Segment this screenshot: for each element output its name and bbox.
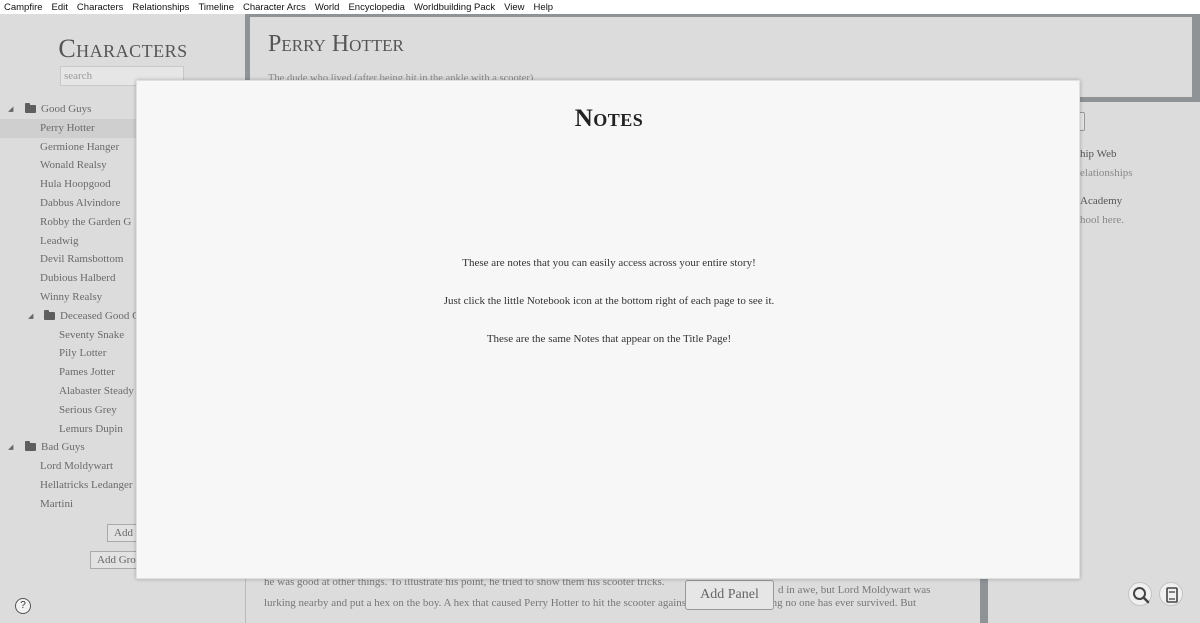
menu-timeline[interactable]: Timeline <box>198 2 234 13</box>
notes-line[interactable]: Just click the little Notebook icon at t… <box>137 295 1081 307</box>
tree-item-label: Winny Realsy <box>40 290 103 303</box>
tree-item-label: Hula Hoopgood <box>40 178 111 191</box>
menu-bar: Campfire Edit Characters Relationships T… <box>0 0 1200 14</box>
add-character-button[interactable]: Add <box>107 524 140 542</box>
tree-item-label: Devil Ramsbottom <box>40 253 124 266</box>
story-line-fragment: d in awe, but Lord Moldywart was <box>778 584 931 596</box>
help-button[interactable]: ? <box>15 598 31 614</box>
tree-item-label: Seventy Snake <box>59 328 125 341</box>
notes-line[interactable]: These are notes that you can easily acce… <box>137 257 1081 269</box>
tree-item-label: Serious Grey <box>59 403 117 416</box>
menu-edit[interactable]: Edit <box>52 2 68 13</box>
tree-group-label: Good Guys <box>41 103 92 115</box>
tree-item-label: Lemurs Dupin <box>59 422 123 435</box>
story-line: lurking nearby and put a hex on the boy.… <box>264 597 917 609</box>
academy-subtitle: hool here. <box>1080 214 1124 226</box>
tree-item-label: Perry Hotter <box>40 121 95 134</box>
tree-group-label: Deceased Good G <box>60 309 141 322</box>
menu-campfire[interactable]: Campfire <box>4 2 43 13</box>
add-panel-button[interactable]: Add Panel <box>685 580 774 610</box>
folder-icon <box>25 103 36 113</box>
academy-link[interactable]: Academy <box>1080 195 1122 207</box>
magnifier-icon <box>1133 587 1150 604</box>
notes-title: Notes <box>574 105 644 132</box>
tree-item-label: Pames Jotter <box>59 366 115 379</box>
notebook-button[interactable] <box>1159 582 1183 606</box>
collapse-triangle-icon[interactable]: ◢ <box>8 100 13 119</box>
relationship-web-link[interactable]: hip Web <box>1080 148 1117 160</box>
collapse-triangle-icon[interactable]: ◢ <box>8 438 13 457</box>
tree-item-label: Hellatricks Ledanger <box>40 478 133 491</box>
menu-character-arcs[interactable]: Character Arcs <box>243 2 306 13</box>
tree-item-label: Leadwig <box>40 234 79 247</box>
notes-modal[interactable]: Notes These are notes that you can easil… <box>136 80 1080 579</box>
tree-item-label: Alabaster Steady <box>59 384 134 397</box>
folder-icon <box>44 309 55 320</box>
sidebar-title: Characters <box>58 34 188 63</box>
tree-item-label: Lord Moldywart <box>40 460 114 473</box>
add-group-button[interactable]: Add Gro <box>90 551 143 569</box>
menu-world[interactable]: World <box>315 2 340 13</box>
relationship-web-subtitle: elationships <box>1080 167 1133 179</box>
menu-relationships[interactable]: Relationships <box>132 2 189 13</box>
menu-worldbuilding-pack[interactable]: Worldbuilding Pack <box>414 2 495 13</box>
notebook-icon <box>1166 587 1178 603</box>
tree-group-label: Bad Guys <box>41 441 85 454</box>
tree-item-label: Robby the Garden G <box>40 215 132 228</box>
tree-item-label: Martini <box>40 497 73 510</box>
tree-item-label: Germione Hanger <box>40 140 120 153</box>
folder-icon <box>25 441 36 452</box>
character-name[interactable]: Perry Hotter <box>268 31 404 58</box>
tree-item-label: Dubious Halberd <box>40 272 116 285</box>
menu-view[interactable]: View <box>504 2 524 13</box>
tree-item-label: Wonald Realsy <box>40 159 107 172</box>
menu-help[interactable]: Help <box>534 2 554 13</box>
menu-characters[interactable]: Characters <box>77 2 123 13</box>
notes-line[interactable]: These are the same Notes that appear on … <box>137 333 1081 345</box>
tree-item-label: Dabbus Alvindore <box>40 196 121 209</box>
menu-encyclopedia[interactable]: Encyclopedia <box>348 2 405 13</box>
tree-item-label: Pily Lotter <box>59 347 107 360</box>
search-button[interactable] <box>1128 582 1152 606</box>
collapse-triangle-icon[interactable]: ◢ <box>28 307 33 326</box>
